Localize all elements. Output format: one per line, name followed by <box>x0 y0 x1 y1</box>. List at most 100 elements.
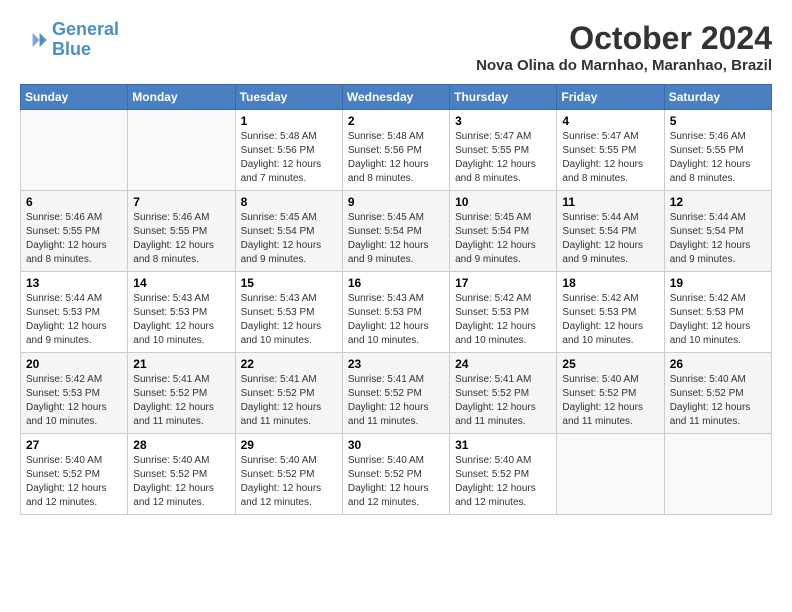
calendar-week-row: 13 Sunrise: 5:44 AM Sunset: 5:53 PM Dayli… <box>21 272 772 353</box>
calendar-day-cell: 4 Sunrise: 5:47 AM Sunset: 5:55 PM Daylig… <box>557 110 664 191</box>
calendar-body: 1 Sunrise: 5:48 AM Sunset: 5:56 PM Daylig… <box>21 110 772 515</box>
day-info: Sunrise: 5:45 AM Sunset: 5:54 PM Dayligh… <box>241 211 337 267</box>
calendar-day-cell: 20 Sunrise: 5:42 AM Sunset: 5:53 PM Dayli… <box>21 353 128 434</box>
calendar-week-row: 27 Sunrise: 5:40 AM Sunset: 5:52 PM Dayli… <box>21 434 772 515</box>
day-number: 6 <box>26 195 122 209</box>
calendar-day-cell: 29Sunrise: 5:40 AM Sunset: 5:52 PM Dayli… <box>235 434 342 515</box>
calendar-day-cell: 21 Sunrise: 5:41 AM Sunset: 5:52 PM Dayli… <box>128 353 235 434</box>
calendar-day-cell: 5 Sunrise: 5:46 AM Sunset: 5:55 PM Daylig… <box>664 110 771 191</box>
calendar-day-cell: 13 Sunrise: 5:44 AM Sunset: 5:53 PM Dayli… <box>21 272 128 353</box>
day-info: Sunrise: 5:41 AM Sunset: 5:52 PM Dayligh… <box>348 373 444 429</box>
day-number: 18 <box>562 276 658 290</box>
day-number: 25 <box>562 357 658 371</box>
calendar-day-cell: 10 Sunrise: 5:45 AM Sunset: 5:54 PM Dayli… <box>450 191 557 272</box>
calendar-day-cell <box>128 110 235 191</box>
day-info: Sunrise: 5:40 AM Sunset: 5:52 PM Dayligh… <box>26 454 122 510</box>
calendar-day-cell: 17Sunrise: 5:42 AM Sunset: 5:53 PM Dayli… <box>450 272 557 353</box>
calendar-day-cell: 1 Sunrise: 5:48 AM Sunset: 5:56 PM Daylig… <box>235 110 342 191</box>
day-number: 16 <box>348 276 444 290</box>
logo-icon <box>20 26 48 54</box>
day-number: 23 <box>348 357 444 371</box>
day-info: Sunrise: 5:43 AM Sunset: 5:53 PM Dayligh… <box>241 292 337 348</box>
calendar-day-cell: 7Sunrise: 5:46 AM Sunset: 5:55 PM Daylig… <box>128 191 235 272</box>
day-info: Sunrise: 5:44 AM Sunset: 5:53 PM Dayligh… <box>26 292 122 348</box>
day-number: 26 <box>670 357 766 371</box>
day-number: 1 <box>241 114 337 128</box>
calendar-day-cell: 12Sunrise: 5:44 AM Sunset: 5:54 PM Dayli… <box>664 191 771 272</box>
day-info: Sunrise: 5:44 AM Sunset: 5:54 PM Dayligh… <box>670 211 766 267</box>
day-info: Sunrise: 5:43 AM Sunset: 5:53 PM Dayligh… <box>348 292 444 348</box>
day-number: 14 <box>133 276 229 290</box>
day-number: 13 <box>26 276 122 290</box>
page-header: General Blue October 2024 Nova Olina do … <box>20 20 772 74</box>
day-number: 9 <box>348 195 444 209</box>
calendar-day-cell: 15Sunrise: 5:43 AM Sunset: 5:53 PM Dayli… <box>235 272 342 353</box>
day-number: 5 <box>670 114 766 128</box>
day-info: Sunrise: 5:45 AM Sunset: 5:54 PM Dayligh… <box>348 211 444 267</box>
day-number: 3 <box>455 114 551 128</box>
calendar-day-cell <box>664 434 771 515</box>
calendar-day-cell: 19Sunrise: 5:42 AM Sunset: 5:53 PM Dayli… <box>664 272 771 353</box>
day-info: Sunrise: 5:46 AM Sunset: 5:55 PM Dayligh… <box>26 211 122 267</box>
calendar-day-cell: 28 Sunrise: 5:40 AM Sunset: 5:52 PM Dayli… <box>128 434 235 515</box>
day-info: Sunrise: 5:47 AM Sunset: 5:55 PM Dayligh… <box>562 130 658 186</box>
calendar-day-cell: 30Sunrise: 5:40 AM Sunset: 5:52 PM Dayli… <box>342 434 449 515</box>
calendar-day-cell: 25Sunrise: 5:40 AM Sunset: 5:52 PM Dayli… <box>557 353 664 434</box>
calendar-day-cell: 27 Sunrise: 5:40 AM Sunset: 5:52 PM Dayli… <box>21 434 128 515</box>
day-info: Sunrise: 5:47 AM Sunset: 5:55 PM Dayligh… <box>455 130 551 186</box>
day-number: 11 <box>562 195 658 209</box>
day-info: Sunrise: 5:48 AM Sunset: 5:56 PM Dayligh… <box>348 130 444 186</box>
calendar-week-row: 6 Sunrise: 5:46 AM Sunset: 5:55 PM Daylig… <box>21 191 772 272</box>
day-info: Sunrise: 5:45 AM Sunset: 5:54 PM Dayligh… <box>455 211 551 267</box>
day-info: Sunrise: 5:48 AM Sunset: 5:56 PM Dayligh… <box>241 130 337 186</box>
calendar-day-cell: 16 Sunrise: 5:43 AM Sunset: 5:53 PM Dayli… <box>342 272 449 353</box>
calendar-day-cell: 24Sunrise: 5:41 AM Sunset: 5:52 PM Dayli… <box>450 353 557 434</box>
weekday-header-cell: Saturday <box>664 85 771 110</box>
calendar-day-cell: 22 Sunrise: 5:41 AM Sunset: 5:52 PM Dayli… <box>235 353 342 434</box>
weekday-header-cell: Thursday <box>450 85 557 110</box>
day-number: 29 <box>241 438 337 452</box>
day-number: 31 <box>455 438 551 452</box>
calendar-day-cell <box>21 110 128 191</box>
calendar-day-cell: 8 Sunrise: 5:45 AM Sunset: 5:54 PM Daylig… <box>235 191 342 272</box>
calendar-day-cell <box>557 434 664 515</box>
day-number: 22 <box>241 357 337 371</box>
calendar-day-cell: 31 Sunrise: 5:40 AM Sunset: 5:52 PM Dayli… <box>450 434 557 515</box>
calendar-day-cell: 3 Sunrise: 5:47 AM Sunset: 5:55 PM Daylig… <box>450 110 557 191</box>
day-number: 8 <box>241 195 337 209</box>
day-number: 28 <box>133 438 229 452</box>
day-info: Sunrise: 5:40 AM Sunset: 5:52 PM Dayligh… <box>455 454 551 510</box>
logo-text: General Blue <box>52 20 119 60</box>
calendar-table: SundayMondayTuesdayWednesdayThursdayFrid… <box>20 84 772 515</box>
day-number: 21 <box>133 357 229 371</box>
day-info: Sunrise: 5:40 AM Sunset: 5:52 PM Dayligh… <box>133 454 229 510</box>
calendar-week-row: 20 Sunrise: 5:42 AM Sunset: 5:53 PM Dayli… <box>21 353 772 434</box>
calendar-day-cell: 26Sunrise: 5:40 AM Sunset: 5:52 PM Dayli… <box>664 353 771 434</box>
calendar-day-cell: 11 Sunrise: 5:44 AM Sunset: 5:54 PM Dayli… <box>557 191 664 272</box>
day-info: Sunrise: 5:41 AM Sunset: 5:52 PM Dayligh… <box>133 373 229 429</box>
calendar-day-cell: 23 Sunrise: 5:41 AM Sunset: 5:52 PM Dayli… <box>342 353 449 434</box>
weekday-header-cell: Friday <box>557 85 664 110</box>
day-info: Sunrise: 5:42 AM Sunset: 5:53 PM Dayligh… <box>26 373 122 429</box>
day-info: Sunrise: 5:46 AM Sunset: 5:55 PM Dayligh… <box>133 211 229 267</box>
location-title: Nova Olina do Marnhao, Maranhao, Brazil <box>476 57 772 74</box>
day-info: Sunrise: 5:40 AM Sunset: 5:52 PM Dayligh… <box>348 454 444 510</box>
day-number: 10 <box>455 195 551 209</box>
weekday-header-cell: Tuesday <box>235 85 342 110</box>
day-info: Sunrise: 5:44 AM Sunset: 5:54 PM Dayligh… <box>562 211 658 267</box>
day-number: 4 <box>562 114 658 128</box>
logo: General Blue <box>20 20 119 60</box>
day-number: 27 <box>26 438 122 452</box>
day-info: Sunrise: 5:46 AM Sunset: 5:55 PM Dayligh… <box>670 130 766 186</box>
day-number: 2 <box>348 114 444 128</box>
day-info: Sunrise: 5:41 AM Sunset: 5:52 PM Dayligh… <box>455 373 551 429</box>
month-title: October 2024 <box>476 20 772 57</box>
day-info: Sunrise: 5:41 AM Sunset: 5:52 PM Dayligh… <box>241 373 337 429</box>
calendar-day-cell: 6 Sunrise: 5:46 AM Sunset: 5:55 PM Daylig… <box>21 191 128 272</box>
weekday-header-row: SundayMondayTuesdayWednesdayThursdayFrid… <box>21 85 772 110</box>
day-number: 20 <box>26 357 122 371</box>
weekday-header-cell: Monday <box>128 85 235 110</box>
calendar-day-cell: 14 Sunrise: 5:43 AM Sunset: 5:53 PM Dayli… <box>128 272 235 353</box>
day-info: Sunrise: 5:43 AM Sunset: 5:53 PM Dayligh… <box>133 292 229 348</box>
day-number: 17 <box>455 276 551 290</box>
